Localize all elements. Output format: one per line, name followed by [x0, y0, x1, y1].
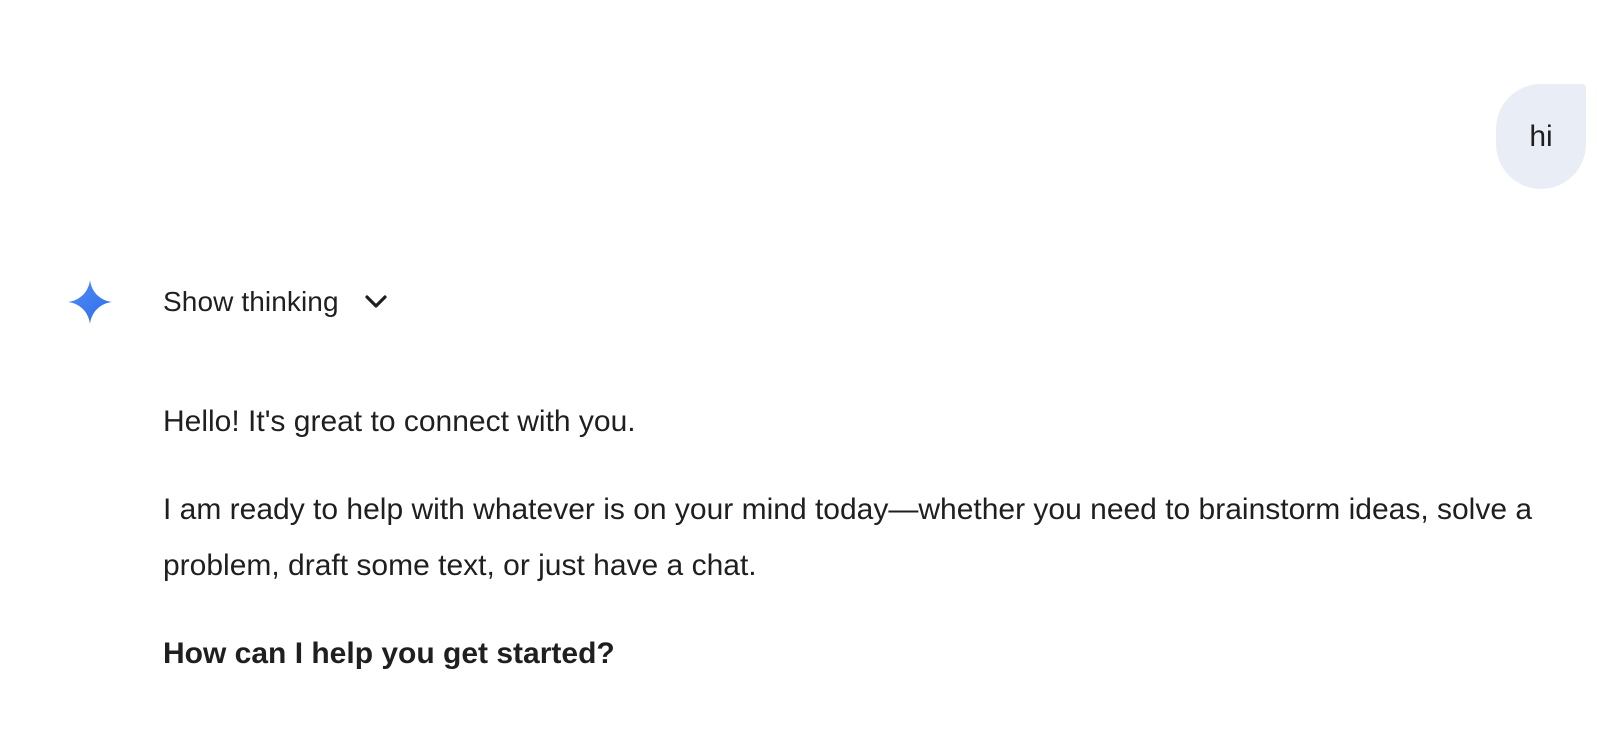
user-message-text: hi — [1529, 119, 1553, 153]
show-thinking-label: Show thinking — [163, 286, 339, 317]
assistant-response: Hello! It's great to connect with you. I… — [163, 394, 1563, 682]
gemini-sparkle-icon — [66, 278, 114, 326]
response-paragraph: I am ready to help with whatever is on y… — [163, 493, 1533, 582]
chevron-down-icon — [363, 289, 389, 315]
response-question: How can I help you get started? — [163, 637, 615, 670]
response-paragraph: Hello! It's great to connect with you. — [163, 405, 636, 438]
chat-page: hi Show thinking Hello! It's great to co… — [0, 0, 1624, 736]
user-message-bubble: hi — [1496, 84, 1586, 189]
show-thinking-toggle[interactable]: Show thinking — [163, 282, 389, 322]
